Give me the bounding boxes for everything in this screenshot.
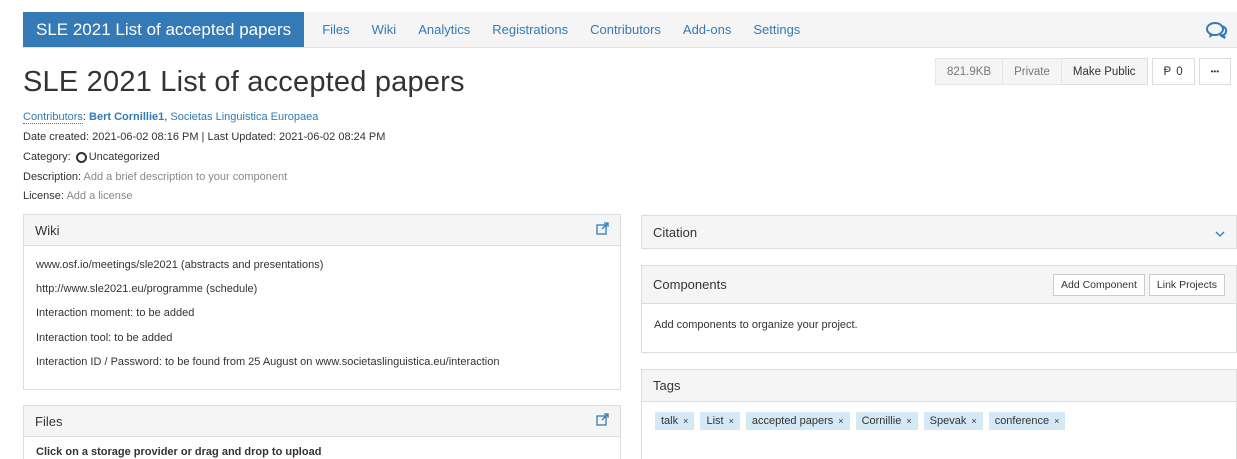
fork-count: 0	[1176, 65, 1183, 78]
nav-link-contributors[interactable]: Contributors	[590, 22, 661, 37]
contributors-label[interactable]: Contributors	[23, 111, 83, 124]
storage-size-badge: 821.9KB	[934, 58, 1004, 85]
files-upload-hint: Click on a storage provider or drag and …	[36, 446, 322, 458]
remove-tag-icon[interactable]: ×	[906, 416, 911, 426]
remove-tag-icon[interactable]: ×	[1054, 416, 1059, 426]
external-link-icon[interactable]	[596, 413, 609, 429]
nav-project-title[interactable]: SLE 2021 List of accepted papers	[23, 12, 305, 47]
nav-link-addons[interactable]: Add-ons	[683, 22, 731, 37]
nav-link-files[interactable]: Files	[322, 22, 349, 37]
wiki-line: Interaction ID / Password: to be found f…	[36, 355, 500, 368]
wiki-heading[interactable]: Wiki	[35, 223, 60, 238]
category-label: Category:	[23, 151, 71, 163]
citation-heading: Citation	[653, 224, 698, 240]
citation-panel-header[interactable]: Citation	[642, 216, 1236, 248]
wiki-link[interactable]: www.societaslinguistica.eu/interaction	[315, 356, 499, 368]
description-value[interactable]: Add a brief description to your componen…	[84, 171, 288, 183]
contributors-line: Contributors: Bert Cornillie1, Societas …	[23, 111, 319, 124]
tags-panel: Tags talk × List × accepted papers × Cornil…	[641, 369, 1237, 459]
nav-link-wiki[interactable]: Wiki	[372, 22, 397, 37]
wiki-line: http://www.sle2021.eu/programme (schedul…	[36, 283, 258, 296]
components-panel: Components Add Component Link Projects A…	[641, 265, 1237, 353]
project-actions: 821.9KB Private Make Public Ᵽ 0 •••	[931, 58, 1231, 85]
more-options-button[interactable]: •••	[1198, 58, 1231, 85]
tag-item[interactable]: talk ×	[655, 412, 695, 430]
components-panel-header: Components Add Component Link Projects	[642, 266, 1236, 304]
contributor-link[interactable]: Societas Linguistica Europaea	[170, 111, 318, 123]
link-projects-button[interactable]: Link Projects	[1148, 273, 1225, 296]
project-navbar: SLE 2021 List of accepted papers Files W…	[23, 12, 1237, 48]
date-line: Date created: 2021-06-02 08:16 PM | Last…	[23, 131, 386, 143]
nav-links: Files Wiki Analytics Registrations Contr…	[304, 12, 800, 47]
wiki-line: Interaction moment: to be added	[36, 307, 195, 320]
tags-panel-header: Tags	[642, 370, 1236, 402]
components-heading: Components	[653, 277, 727, 292]
add-component-button[interactable]: Add Component	[1053, 273, 1145, 296]
chevron-down-icon[interactable]	[1215, 225, 1225, 240]
description-line: Description: Add a brief description to …	[23, 171, 287, 183]
license-value[interactable]: Add a license	[66, 190, 132, 202]
wiki-line: Interaction tool: to be added	[36, 331, 173, 344]
remove-tag-icon[interactable]: ×	[683, 416, 688, 426]
contributor-link[interactable]: Bert Cornillie1	[89, 111, 164, 123]
page-title: SLE 2021 List of accepted papers	[23, 66, 465, 98]
wiki-link[interactable]: http://www.sle2021.eu/programme	[36, 283, 203, 295]
privacy-status: Private	[1003, 58, 1062, 85]
tag-item[interactable]: Cornillie ×	[855, 412, 918, 430]
circle-icon	[75, 151, 87, 163]
remove-tag-icon[interactable]: ×	[729, 416, 734, 426]
wiki-panel-header: Wiki	[24, 215, 620, 246]
remove-tag-icon[interactable]: ×	[838, 416, 843, 426]
nav-link-registrations[interactable]: Registrations	[492, 22, 568, 37]
tag-item[interactable]: Spevak ×	[923, 412, 983, 430]
files-panel-header: Files	[24, 406, 620, 437]
files-heading[interactable]: Files	[35, 414, 62, 429]
tags-heading: Tags	[653, 378, 681, 393]
fork-button[interactable]: Ᵽ 0	[1151, 58, 1195, 85]
license-line: License: Add a license	[23, 190, 132, 202]
remove-tag-icon[interactable]: ×	[971, 416, 976, 426]
tag-item[interactable]: List ×	[700, 412, 740, 430]
wiki-line: www.osf.io/meetings/sle2021 (abstracts a…	[36, 259, 324, 271]
description-label: Description:	[23, 171, 82, 183]
external-link-icon[interactable]	[596, 222, 609, 238]
citation-panel[interactable]: Citation	[641, 215, 1237, 249]
license-label: License:	[23, 190, 64, 202]
comments-icon[interactable]	[1197, 12, 1237, 47]
category-value[interactable]: Uncategorized	[89, 151, 160, 163]
components-empty-text: Add components to organize your project.	[654, 319, 858, 331]
wiki-panel: Wiki www.osf.io/meetings/sle2021 (abstra…	[23, 214, 621, 390]
wiki-link[interactable]: www.osf.io/meetings/sle2021	[36, 259, 178, 271]
category-line: Category: Uncategorized	[23, 151, 160, 163]
files-panel: Files Click on a storage provider or dra…	[23, 405, 621, 459]
tag-item[interactable]: conference ×	[988, 412, 1066, 430]
nav-link-analytics[interactable]: Analytics	[418, 22, 470, 37]
tag-item[interactable]: accepted papers ×	[745, 412, 850, 430]
fork-icon: Ᵽ	[1163, 65, 1172, 78]
make-public-button[interactable]: Make Public	[1061, 58, 1148, 85]
nav-link-settings[interactable]: Settings	[753, 22, 800, 37]
tags-input[interactable]: talk × List × accepted papers × Cornillie × …	[642, 402, 1236, 440]
